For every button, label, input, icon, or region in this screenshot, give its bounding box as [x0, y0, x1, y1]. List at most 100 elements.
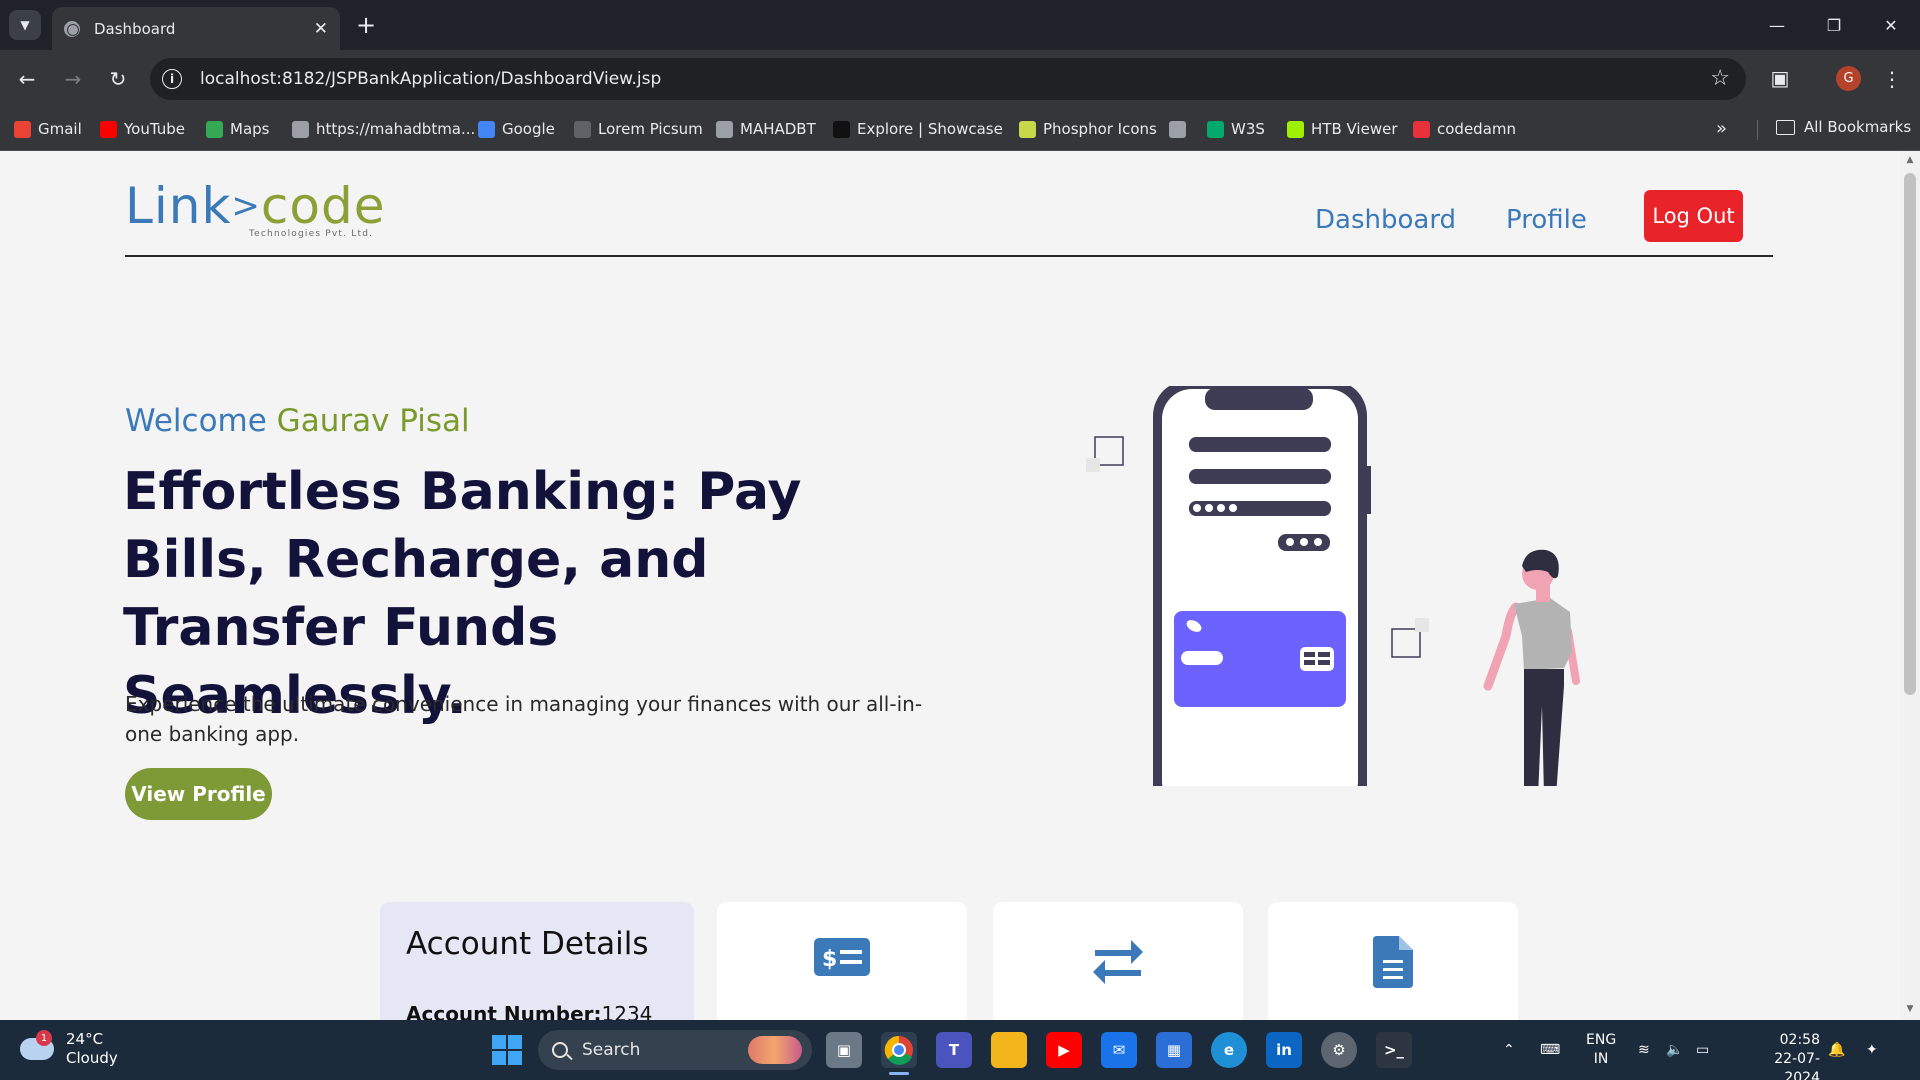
tray-chevron-up-icon[interactable]: ⌃ — [1503, 1020, 1515, 1080]
site-info-icon[interactable]: i — [162, 69, 182, 89]
close-icon[interactable]: ✕ — [314, 19, 328, 39]
phosphor-icon — [1019, 120, 1036, 138]
chrome-taskbar-icon[interactable] — [881, 1032, 917, 1068]
scroll-up-arrow-icon[interactable]: ▲ — [1904, 155, 1916, 169]
bookmark-item[interactable]: Gmail — [14, 118, 82, 140]
logo-tagline: Technologies Pvt. Ltd. — [249, 229, 374, 239]
welcome-greeting: Welcome Gaurav Pisal — [125, 403, 470, 439]
browser-tabstrip: ▼ Dashboard ✕ + — ❐ ✕ — [0, 0, 1920, 50]
bookmark-item[interactable]: YouTube — [100, 118, 185, 140]
bookmarks-bar: » All Bookmarks Gmail YouTube Maps https://… — [0, 108, 1920, 151]
address-bar[interactable]: i localhost:8182/JSPBankApplication/Dash… — [150, 58, 1746, 100]
url-text[interactable]: localhost:8182/JSPBankApplication/Dashbo… — [200, 69, 661, 89]
profile-avatar[interactable]: G — [1836, 66, 1861, 91]
keyboard-icon[interactable]: ⌨ — [1540, 1020, 1560, 1080]
transfer-arrows-icon — [1093, 940, 1143, 984]
phone-notch — [1205, 388, 1313, 410]
bookmark-label: codedamn — [1437, 120, 1517, 138]
forward-arrow-icon[interactable]: → — [58, 64, 88, 94]
view-profile-button[interactable]: View Profile — [125, 768, 272, 820]
task-view-icon[interactable]: ▣ — [826, 1032, 862, 1068]
gmail-icon — [14, 120, 31, 138]
system-clock[interactable]: 02:58 22-07-2024 — [1760, 1031, 1820, 1080]
bookmark-item[interactable]: Google — [478, 118, 555, 140]
linkedin-icon[interactable]: in — [1266, 1032, 1302, 1068]
nav-dashboard-link[interactable]: Dashboard — [1315, 205, 1456, 235]
bookmark-label: Gmail — [38, 120, 82, 138]
reload-icon[interactable]: ↻ — [103, 64, 133, 94]
wifi-icon[interactable]: ≋ — [1638, 1020, 1650, 1080]
scroll-down-arrow-icon[interactable]: ▼ — [1904, 1004, 1916, 1018]
bookmark-item[interactable]: codedamn — [1413, 118, 1516, 140]
fund-transfer-card[interactable] — [993, 902, 1243, 1020]
site-navbar: Link>code Technologies Pvt. Ltd. Dashboa… — [125, 151, 1773, 257]
decor-square-3 — [1391, 628, 1421, 658]
standing-person — [1483, 549, 1580, 804]
bookmark-item[interactable]: Lorem Picsum — [574, 118, 703, 140]
bookmark-star-icon[interactable]: ☆ — [1710, 66, 1730, 91]
lang-line-2: IN — [1593, 1051, 1609, 1067]
restore-icon[interactable]: ❐ — [1806, 8, 1862, 42]
bookmark-item[interactable]: Explore | Showcase — [833, 118, 1003, 140]
notification-bell-icon[interactable]: 🔔 — [1828, 1020, 1845, 1080]
nav-profile-link[interactable]: Profile — [1506, 205, 1587, 235]
svg-text:$: $ — [822, 947, 837, 972]
account-number-value: 1234 — [601, 1002, 653, 1020]
bookmark-label: Explore | Showcase — [857, 120, 1003, 138]
windows-start-icon[interactable] — [492, 1035, 522, 1065]
statement-card[interactable] — [1268, 902, 1518, 1020]
volume-icon[interactable]: 🔈 — [1666, 1020, 1683, 1080]
taskbar-search-box[interactable]: Search — [538, 1030, 812, 1070]
bookmark-item[interactable]: Phosphor Icons — [1019, 118, 1157, 140]
screen-line-1 — [1189, 437, 1331, 452]
logo-chevron-icon: > — [231, 186, 261, 226]
bookmarks-divider — [1757, 120, 1758, 140]
browser-tab-dashboard[interactable]: Dashboard ✕ — [52, 7, 340, 50]
new-tab-plus-icon[interactable]: + — [352, 11, 380, 39]
all-bookmarks-button[interactable]: All Bookmarks — [1776, 118, 1911, 136]
microsoft-store-icon[interactable]: ▦ — [1156, 1032, 1192, 1068]
weather-badge: 1 — [36, 1030, 52, 1046]
back-arrow-icon[interactable]: ← — [12, 64, 42, 94]
linkcode-logo[interactable]: Link>code Technologies Pvt. Ltd. — [125, 181, 386, 239]
screen-line-2 — [1189, 469, 1331, 484]
minimize-icon[interactable]: — — [1749, 8, 1805, 42]
page-scrollbar[interactable]: ▲ ▼ — [1900, 151, 1920, 1020]
edge-icon[interactable]: e — [1211, 1032, 1247, 1068]
mail-icon[interactable]: ✉ — [1101, 1032, 1137, 1068]
logout-button[interactable]: Log Out — [1644, 190, 1743, 242]
settings-gear-icon[interactable]: ⚙ — [1321, 1032, 1357, 1068]
tab-search-chevron-icon[interactable]: ▼ — [9, 10, 41, 40]
bookmark-item[interactable]: https://mahadbtma... — [292, 118, 475, 140]
extensions-puzzle-icon[interactable]: ▣ — [1766, 64, 1794, 92]
bookmark-label: HTB Viewer — [1311, 120, 1398, 138]
window-close-icon[interactable]: ✕ — [1863, 8, 1919, 42]
bookmark-label: Maps — [230, 120, 270, 138]
weather-temp: 24°C — [66, 1030, 104, 1048]
logo-part-link: Link — [125, 177, 232, 235]
battery-icon[interactable]: ▭ — [1696, 1020, 1709, 1080]
more-bookmarks-chevron-icon[interactable]: » — [1716, 118, 1727, 139]
account-details-card[interactable]: Account Details Account Number:1234 — [380, 902, 694, 1020]
bookmark-item[interactable]: Maps — [206, 118, 269, 140]
bookmark-item[interactable]: MAHADBT — [716, 118, 816, 140]
phone-person-illustration — [1070, 380, 1690, 820]
copilot-icon[interactable]: ✦ — [1866, 1020, 1878, 1080]
bookmark-item[interactable]: HTB Viewer — [1287, 118, 1398, 140]
google-icon — [478, 120, 495, 138]
bookmark-item[interactable]: W3S — [1207, 118, 1265, 140]
tab-title: Dashboard — [94, 19, 176, 38]
weather-widget[interactable]: 1 24°C Cloudy — [20, 1030, 118, 1068]
youtube-icon — [100, 120, 117, 138]
illustration-svg — [1086, 380, 1665, 820]
teams-icon[interactable]: T — [936, 1032, 972, 1068]
bookmark-item[interactable] — [1169, 118, 1193, 140]
more-menu-icon[interactable]: ⋮ — [1882, 64, 1902, 94]
file-explorer-icon[interactable] — [991, 1032, 1027, 1068]
youtube-app-icon[interactable]: ▶ — [1046, 1032, 1082, 1068]
terminal-icon[interactable]: >_ — [1376, 1032, 1412, 1068]
input-language[interactable]: ENG IN — [1586, 1031, 1616, 1069]
scroll-thumb[interactable] — [1904, 173, 1916, 695]
bill-payment-card[interactable]: $ — [717, 902, 967, 1020]
htb-icon — [1287, 120, 1304, 138]
